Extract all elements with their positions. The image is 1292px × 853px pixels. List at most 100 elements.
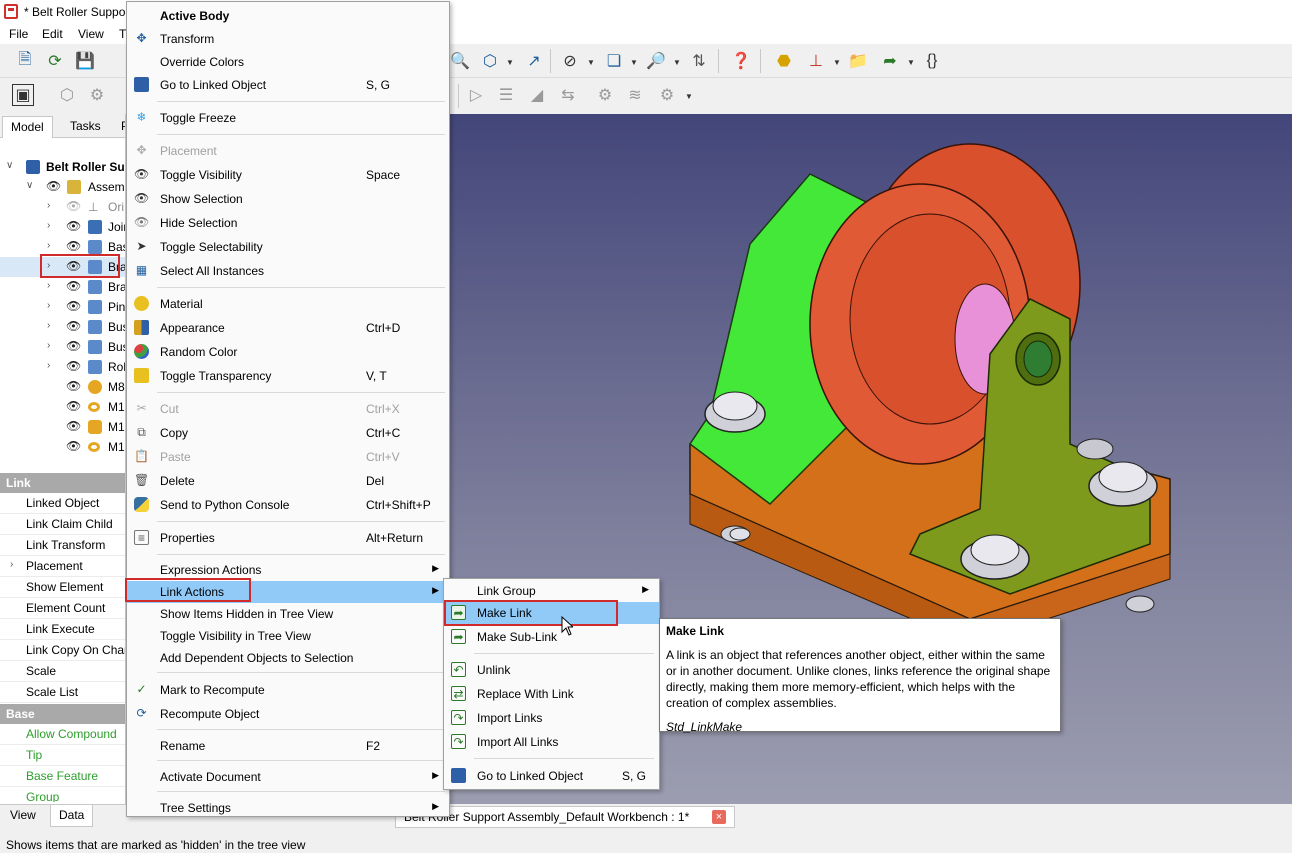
save-icon[interactable]: 💾: [74, 50, 96, 72]
menu-item-copy[interactable]: ⧉ Copy Ctrl+C: [127, 422, 449, 444]
menu-view[interactable]: View: [78, 27, 104, 41]
tree-item[interactable]: › 👁 Rol: [0, 357, 125, 377]
menu-item-go-to-linked-object-sub[interactable]: Go to Linked Object S, G: [444, 765, 659, 787]
property-group-base[interactable]: Base: [0, 704, 125, 724]
menu-item-send-to-python-console[interactable]: Send to Python Console Ctrl+Shift+P: [127, 494, 449, 516]
tab-tasks[interactable]: Tasks: [62, 116, 109, 138]
menu-item-toggle-selectability[interactable]: ➤ Toggle Selectability: [127, 236, 449, 258]
menu-item-properties[interactable]: ≡ Properties Alt+Return: [127, 527, 449, 549]
tab-other[interactable]: P: [113, 116, 125, 138]
menu-item-tree-settings[interactable]: Tree Settings ▶: [127, 797, 449, 819]
menu-item-link-group[interactable]: Link Group ▶: [444, 580, 659, 602]
tree-item[interactable]: › 👁 ⊥ Ori: [0, 197, 125, 217]
scale-icon[interactable]: ⇆: [557, 84, 579, 106]
chevron-down-icon[interactable]: ∨: [6, 160, 13, 171]
menu-item-go-to-linked-object[interactable]: Go to Linked Object S, G: [127, 74, 449, 96]
menu-item-override-colors[interactable]: Override Colors: [127, 51, 449, 73]
sketch-view-icon[interactable]: ▣: [12, 84, 34, 106]
property-row[interactable]: Base Feature: [0, 766, 125, 787]
menu-item-toggle-visibility[interactable]: 👁 Toggle Visibility Space: [127, 164, 449, 186]
tree-item[interactable]: 👁 M8: [0, 377, 125, 397]
menu-item-show-items-hidden[interactable]: Show Items Hidden in Tree View: [127, 603, 449, 625]
gear-assembly-icon[interactable]: ⚙: [656, 84, 678, 106]
menu-item-cut[interactable]: ✂ Cut Ctrl+X: [127, 398, 449, 420]
chevron-right-icon[interactable]: ›: [10, 559, 13, 570]
menu-item-toggle-transparency[interactable]: Toggle Transparency V, T: [127, 365, 449, 387]
menu-item-import-links[interactable]: ↷ Import Links: [444, 707, 659, 729]
zoom-fit-icon[interactable]: 🔍: [449, 50, 471, 72]
eye-icon[interactable]: 👁: [66, 419, 81, 433]
isometric-view-icon[interactable]: ⬡: [479, 50, 501, 72]
menu-item-replace-with-link[interactable]: ⇄ Replace With Link: [444, 683, 659, 705]
tree-item-root[interactable]: ∨ Belt Roller Sup: [0, 157, 125, 177]
variable-set-icon[interactable]: {}: [921, 50, 943, 72]
eye-icon[interactable]: 👁: [66, 359, 81, 373]
view-cube-icon[interactable]: ❏: [603, 50, 625, 72]
coordinate-system-icon[interactable]: ⊥: [805, 50, 827, 72]
menu-item-show-selection[interactable]: 👁 Show Selection: [127, 188, 449, 210]
measure-tool-icon[interactable]: ⇅: [688, 50, 710, 72]
menu-item-mark-to-recompute[interactable]: ✓ Mark to Recompute: [127, 679, 449, 701]
spring-icon[interactable]: ≋: [624, 84, 646, 106]
menu-item-hide-selection[interactable]: 👁 Hide Selection: [127, 212, 449, 234]
property-row[interactable]: Allow Compound: [0, 724, 125, 745]
menu-item-placement[interactable]: ✥ Placement: [127, 140, 449, 162]
draw-style-icon[interactable]: ⊘: [559, 50, 581, 72]
link-make-icon[interactable]: ➦: [879, 50, 901, 72]
chevron-right-icon[interactable]: ›: [47, 300, 50, 311]
menu-edit[interactable]: Edit: [42, 27, 63, 41]
property-row[interactable]: Linked Object: [0, 493, 125, 514]
tree-item[interactable]: 👁 M1: [0, 417, 125, 437]
eye-icon[interactable]: 👁: [66, 379, 81, 393]
gear-icon[interactable]: ⚙: [86, 84, 108, 106]
chevron-right-icon[interactable]: ›: [47, 340, 50, 351]
menu-item-import-all-links[interactable]: ↷ Import All Links: [444, 731, 659, 753]
tree-item[interactable]: 👁 M1: [0, 397, 125, 417]
menu-item-delete[interactable]: 🗑 Delete Del: [127, 470, 449, 492]
group-folder-icon[interactable]: 📁: [847, 50, 869, 72]
menu-file[interactable]: File: [9, 27, 28, 41]
zoom-icon[interactable]: 🔎: [645, 50, 667, 72]
chevron-down-icon[interactable]: ▼: [833, 58, 841, 67]
property-row[interactable]: Link Claim Child: [0, 514, 125, 535]
menu-item-unlink[interactable]: ↶ Unlink: [444, 659, 659, 681]
chevron-down-icon[interactable]: ∨: [26, 180, 33, 191]
menu-item-paste[interactable]: 📋 Paste Ctrl+V: [127, 446, 449, 468]
eye-hidden-icon[interactable]: 👁: [66, 199, 81, 213]
chevron-down-icon[interactable]: ▼: [506, 58, 514, 67]
wedge-icon[interactable]: ◢: [526, 84, 548, 106]
open-document-icon[interactable]: ⟳: [44, 50, 66, 72]
chevron-right-icon[interactable]: ›: [47, 280, 50, 291]
eye-icon[interactable]: 👁: [66, 239, 81, 253]
tree-item[interactable]: › 👁 Join: [0, 217, 125, 237]
tree-item[interactable]: 👁 M1: [0, 437, 125, 457]
menu-item-rename[interactable]: Rename F2: [127, 735, 449, 757]
property-row[interactable]: Scale List: [0, 682, 125, 703]
chevron-down-icon[interactable]: ▼: [907, 58, 915, 67]
menu-item-add-dependent-objects[interactable]: Add Dependent Objects to Selection: [127, 647, 449, 669]
menu-item-transform[interactable]: ✥ Transform: [127, 28, 449, 50]
part-box-icon[interactable]: ⬡: [56, 84, 78, 106]
chevron-down-icon[interactable]: ▼: [685, 92, 693, 101]
measure-icon[interactable]: ↗: [523, 50, 545, 72]
chevron-down-icon[interactable]: ▼: [587, 58, 595, 67]
thread-icon[interactable]: ⚙: [594, 84, 616, 106]
chevron-right-icon[interactable]: ›: [47, 320, 50, 331]
property-row[interactable]: Group: [0, 787, 125, 802]
whats-this-icon[interactable]: ❓: [730, 50, 752, 72]
eye-icon[interactable]: 👁: [66, 219, 81, 233]
eye-icon[interactable]: 👁: [66, 319, 81, 333]
property-row-placement[interactable]: › Placement: [0, 556, 125, 577]
property-row[interactable]: Link Execute: [0, 619, 125, 640]
tree-item[interactable]: › 👁 Bus: [0, 317, 125, 337]
eye-icon[interactable]: 👁: [66, 439, 81, 453]
menu-item-select-all-instances[interactable]: ▦ Select All Instances: [127, 260, 449, 282]
tree-item[interactable]: › 👁 Bus: [0, 337, 125, 357]
property-row[interactable]: Element Count: [0, 598, 125, 619]
chevron-right-icon[interactable]: ›: [47, 200, 50, 211]
menu-item-active-body[interactable]: Active Body: [127, 5, 449, 27]
property-group-link[interactable]: Link: [0, 473, 125, 493]
property-row[interactable]: Link Transform: [0, 535, 125, 556]
chevron-right-icon[interactable]: ›: [47, 360, 50, 371]
menu-item-random-color[interactable]: Random Color: [127, 341, 449, 363]
